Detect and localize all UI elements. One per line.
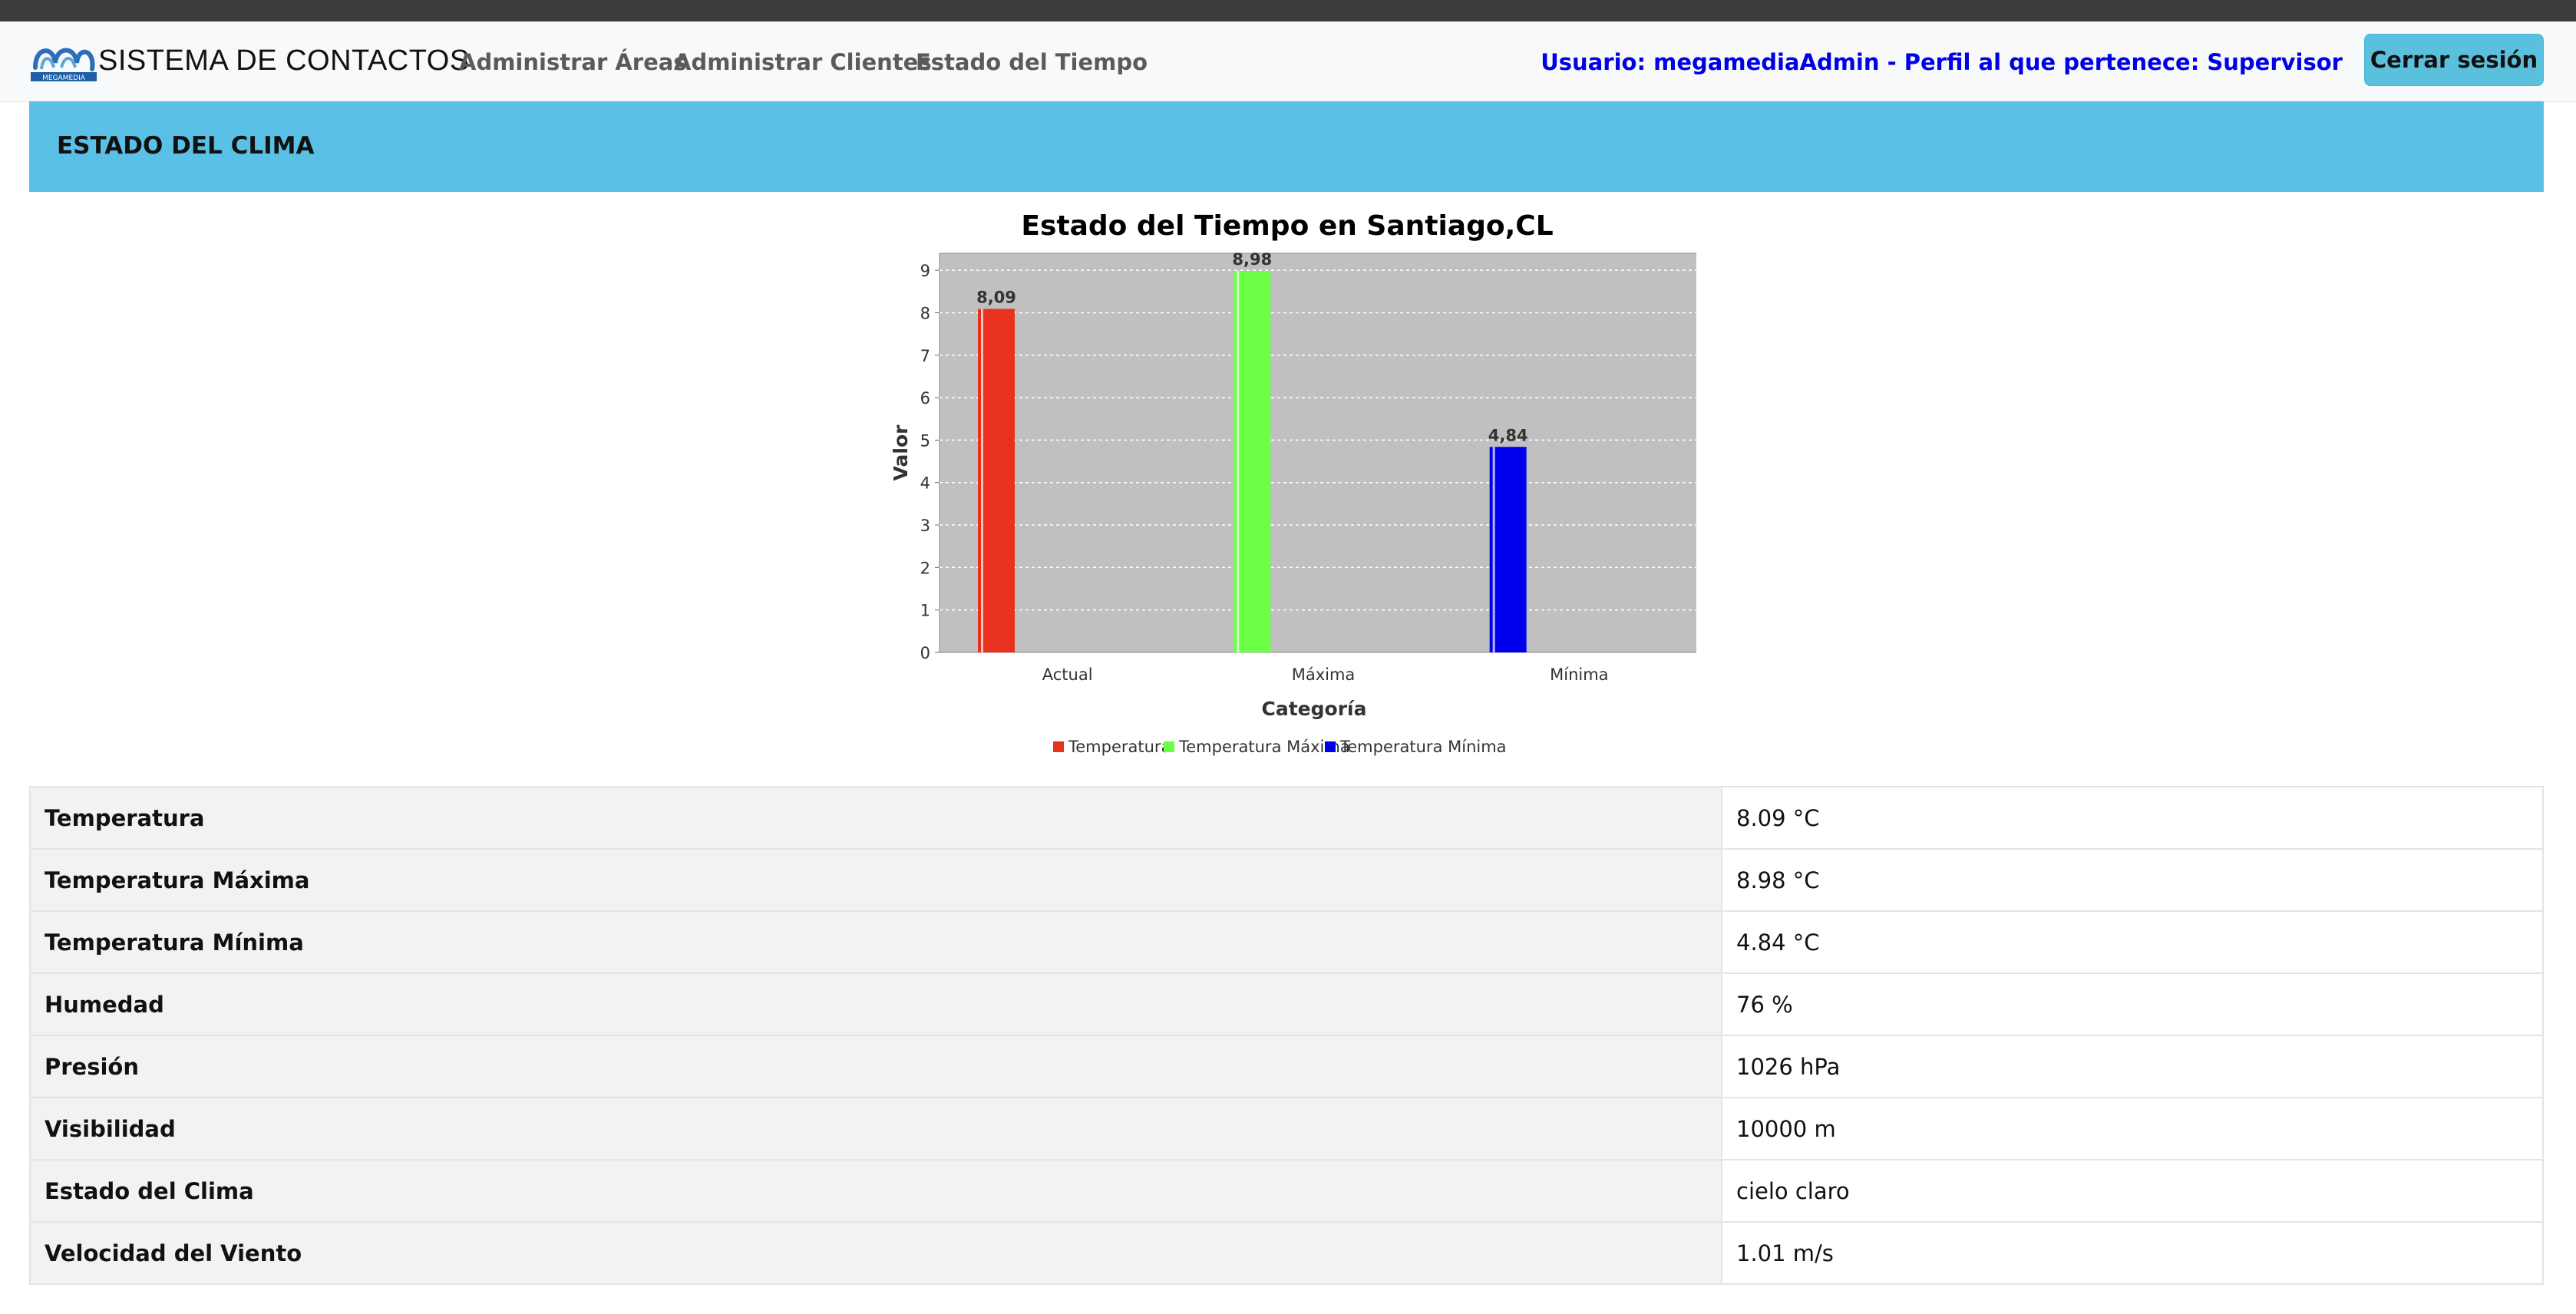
- chart-legend: Temperatura Temperatura MáximaTemperatura…: [1053, 738, 1507, 756]
- row-label: Temperatura Máxima: [29, 848, 1722, 912]
- weather-details-table: Temperatura 8.09 °C Temperatura Máxima 8.98…: [29, 786, 2544, 1285]
- row-value: 1.01 m/s: [1721, 1221, 2544, 1285]
- table-row: Estado del Clima cielo claro: [29, 1159, 2544, 1223]
- row-label: Velocidad del Viento: [29, 1221, 1722, 1285]
- x-tick-label: Actual: [1042, 665, 1093, 684]
- legend-swatch: [1325, 741, 1336, 752]
- table-row: Temperatura 8.09 °C: [29, 786, 2544, 850]
- legend-label: Temperatura Mínima: [1339, 738, 1507, 756]
- weather-bar-chart: Estado del Tiempo en Santiago,CL 0 1 2 3 4 5 6…: [890, 210, 1696, 756]
- navbar: MEGAMEDIA SISTEMA DE CONTACTOS Administr…: [0, 21, 2576, 102]
- row-value: 1026 hPa: [1721, 1035, 2544, 1098]
- bar-value-label: 8,98: [1232, 250, 1272, 269]
- x-tick-label: Mínima: [1550, 665, 1608, 684]
- legend-swatch: [1164, 741, 1174, 752]
- legend-label: Temperatura: [1068, 738, 1171, 756]
- table-row: Presión 1026 hPa: [29, 1035, 2544, 1098]
- legend-swatch: [1053, 741, 1064, 752]
- table-row: Temperatura Máxima 8.98 °C: [29, 848, 2544, 912]
- bar-highlight: [1237, 271, 1240, 652]
- table-row: Humedad 76 %: [29, 972, 2544, 1036]
- y-tick-label: 0: [920, 644, 930, 662]
- chart-x-axis-label: Categoría: [1262, 698, 1367, 720]
- y-tick-label: 5: [920, 431, 930, 450]
- y-tick-label: 6: [920, 389, 930, 408]
- chart-x-axis: Actual Máxima Mínima: [1042, 665, 1609, 684]
- row-label: Humedad: [29, 972, 1722, 1036]
- row-value: cielo claro: [1721, 1159, 2544, 1223]
- bar-highlight: [981, 309, 983, 652]
- nav-link-administrar-areas[interactable]: Administrar Áreas: [459, 49, 687, 75]
- nav-link-estado-del-tiempo[interactable]: Estado del Tiempo: [916, 49, 1148, 75]
- logo-text: MEGAMEDIA: [42, 74, 86, 82]
- user-info: Usuario: megamediaAdmin - Perfil al que …: [1541, 49, 2343, 75]
- megamedia-logo[interactable]: MEGAMEDIA: [31, 40, 97, 83]
- brand-title[interactable]: SISTEMA DE CONTACTOS: [98, 45, 470, 78]
- y-tick-label: 1: [920, 602, 930, 620]
- section-title: ESTADO DEL CLIMA: [57, 132, 315, 160]
- chart-title: Estado del Tiempo en Santiago,CL: [1021, 210, 1553, 242]
- x-tick-label: Máxima: [1292, 665, 1356, 684]
- y-tick-label: 8: [920, 304, 930, 322]
- row-label: Presión: [29, 1035, 1722, 1098]
- browser-top-strip: [0, 0, 2576, 21]
- y-tick-label: 9: [920, 262, 930, 280]
- row-label: Temperatura Mínima: [29, 910, 1722, 974]
- chart-y-axis-label: Valor: [890, 424, 912, 481]
- row-label: Temperatura: [29, 786, 1722, 850]
- y-tick-label: 2: [920, 559, 930, 577]
- bar-mínima: [1489, 447, 1527, 652]
- table-row: Temperatura Mínima 4.84 °C: [29, 910, 2544, 974]
- bar-máxima: [1234, 271, 1271, 652]
- row-value: 8.09 °C: [1721, 786, 2544, 850]
- bar-highlight: [1492, 447, 1495, 652]
- section-banner: ESTADO DEL CLIMA: [29, 101, 2544, 192]
- row-label: Estado del Clima: [29, 1159, 1722, 1223]
- y-tick-label: 3: [920, 517, 930, 535]
- row-value: 10000 m: [1721, 1097, 2544, 1160]
- y-tick-label: 4: [920, 474, 930, 493]
- bar-actual: [978, 309, 1015, 652]
- legend-label: Temperatura Máxima: [1178, 738, 1350, 756]
- y-tick-label: 7: [920, 347, 930, 365]
- nav-link-administrar-clientes[interactable]: Administrar Clientes: [674, 49, 932, 75]
- logout-button[interactable]: Cerrar sesión: [2364, 34, 2544, 86]
- bar-value-label: 4,84: [1488, 426, 1528, 444]
- chart-y-axis: 0 1 2 3 4 5 6 7 8 9: [920, 262, 940, 662]
- row-value: 76 %: [1721, 972, 2544, 1036]
- row-value: 4.84 °C: [1721, 910, 2544, 974]
- bar-value-label: 8,09: [976, 288, 1016, 306]
- table-row: Visibilidad 10000 m: [29, 1097, 2544, 1160]
- row-label: Visibilidad: [29, 1097, 1722, 1160]
- table-row: Velocidad del Viento 1.01 m/s: [29, 1221, 2544, 1285]
- row-value: 8.98 °C: [1721, 848, 2544, 912]
